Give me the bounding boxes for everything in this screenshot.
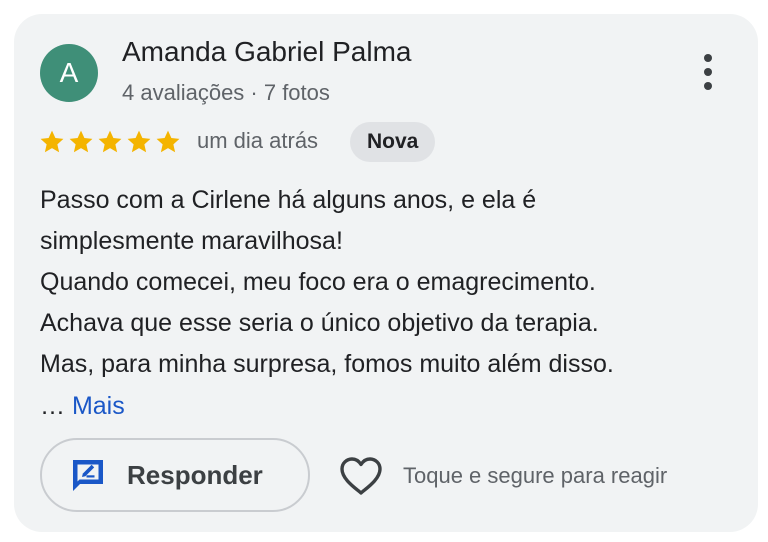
react-hint: Toque e segure para reagir	[403, 463, 668, 488]
review-card: A Amanda Gabriel Palma 4 avaliações · 7 …	[14, 14, 758, 532]
reply-edit-icon	[69, 456, 107, 494]
reply-button[interactable]: Responder	[40, 438, 310, 512]
review-text-line: Quando comecei, meu foco era o emagrecim…	[40, 268, 596, 296]
more-line: … Mais	[40, 386, 125, 427]
star-icon	[98, 130, 122, 153]
star-icon	[156, 130, 180, 153]
star-icon	[127, 130, 151, 153]
review-text: Passo com a Cirlene há alguns anos, e el…	[40, 180, 740, 385]
avatar-letter: A	[59, 57, 79, 88]
review-date: um dia atrás	[197, 128, 319, 153]
author-name[interactable]: Amanda Gabriel Palma	[122, 36, 411, 68]
kebab-dot	[704, 68, 712, 76]
review-text-line: Mas, para minha surpresa, fomos muito al…	[40, 350, 614, 378]
review-text-line: simplesmente maravilhosa!	[40, 227, 343, 255]
star-rating	[38, 124, 182, 160]
more-link[interactable]: Mais	[72, 392, 125, 420]
ellipsis: …	[40, 392, 65, 420]
kebab-dot	[704, 82, 712, 90]
author-meta: 4 avaliações · 7 fotos	[122, 80, 330, 105]
review-text-line: Achava que esse seria o único objetivo d…	[40, 309, 599, 337]
kebab-dot	[704, 54, 712, 62]
more-vert-icon[interactable]	[694, 54, 722, 90]
avatar[interactable]: A	[40, 44, 98, 102]
review-text-line: Passo com a Cirlene há alguns anos, e el…	[40, 186, 537, 214]
star-icon	[69, 130, 93, 153]
star-icon	[40, 130, 64, 153]
reply-label: Responder	[127, 459, 263, 490]
heart-outline-icon[interactable]	[338, 454, 384, 498]
new-badge: Nova	[350, 122, 436, 162]
